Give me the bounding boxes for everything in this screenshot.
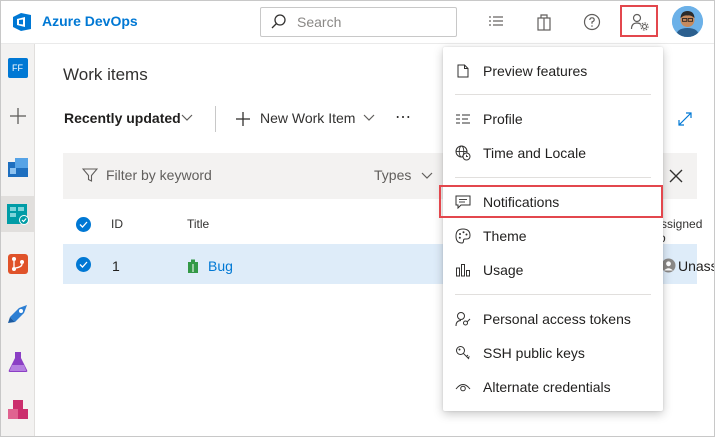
brand-name[interactable]: Azure DevOps [42,13,138,29]
column-header-title[interactable]: Title [187,217,209,231]
top-bar: Azure DevOps Search [1,1,714,44]
page-title: Work items [63,65,148,84]
menu-item-theme[interactable]: Theme [443,220,663,252]
menu-item-time-and-locale[interactable]: Time and Locale [443,137,663,169]
menu-item-label: Usage [483,262,524,278]
boards-icon[interactable] [1,196,34,232]
user-settings-button[interactable] [620,5,658,37]
menu-separator [455,177,651,178]
menu-item-profile[interactable]: Profile [443,103,663,135]
add-icon[interactable] [1,98,34,134]
chart-icon [455,262,471,278]
menu-item-ssh-public-keys[interactable]: SSH public keys [443,337,663,369]
azure-devops-logo-icon[interactable] [11,11,33,33]
menu-item-label: Theme [483,228,527,244]
menu-item-label: Personal access tokens [483,311,631,327]
globe-clock-icon [455,145,471,161]
help-icon[interactable] [581,11,603,33]
overview-icon[interactable] [1,150,34,186]
types-filter-dropdown[interactable]: Types [374,167,411,183]
menu-item-label: Profile [483,111,523,127]
menu-separator [455,294,651,295]
page-icon [455,63,471,79]
ssh-key-icon [455,345,471,361]
menu-separator [455,94,651,95]
avatar[interactable] [672,6,703,37]
chevron-down-icon[interactable] [363,114,375,122]
new-work-item-button[interactable]: New Work Item [260,110,355,126]
menu-item-preview-features[interactable]: Preview features [443,55,663,87]
filter-keyword-input[interactable]: Filter by keyword [106,167,212,183]
menu-item-label: Time and Locale [483,145,586,161]
close-icon[interactable] [669,169,683,183]
filter-icon [82,168,98,182]
expand-icon[interactable] [677,111,693,127]
project-badge-label: FF [7,58,28,78]
profile-icon [455,111,471,127]
column-header-id[interactable]: ID [111,217,123,231]
chevron-down-icon[interactable] [181,114,193,122]
artifacts-icon[interactable] [1,392,34,428]
test-plans-icon[interactable] [1,344,34,380]
project-badge[interactable]: FF [1,50,34,86]
menu-item-personal-access-tokens[interactable]: Personal access tokens [443,303,663,335]
search-input[interactable]: Search [297,14,341,30]
repos-icon[interactable] [1,246,34,282]
menu-item-label: Preview features [483,63,588,79]
chevron-down-icon[interactable] [421,172,433,180]
recently-updated-dropdown[interactable]: Recently updated [64,110,181,126]
add-icon[interactable] [235,111,251,127]
notifications-highlight [439,185,663,218]
left-navigation-rail: FF [1,44,35,436]
row-id: 1 [112,258,120,274]
search-icon [271,14,286,29]
select-all-checkbox[interactable] [76,217,91,232]
search-box[interactable]: Search [260,7,457,37]
row-title-link[interactable]: Bug [208,258,233,274]
user-settings-icon [630,13,649,31]
recently-updated-label: Recently updated [64,110,181,126]
key-person-icon [455,311,471,327]
eye-icon [455,379,471,395]
menu-item-label: SSH public keys [483,345,585,361]
row-assigned-to-label: Unassigned [678,258,715,274]
task-list-icon[interactable] [485,11,507,33]
row-checkbox[interactable] [76,257,91,272]
user-settings-menu: Preview features Profile Time and Locale… [443,47,663,411]
app-window: Azure DevOps Search FF Work items Recent… [0,0,715,437]
unassigned-avatar-icon [661,258,676,273]
menu-item-alternate-credentials[interactable]: Alternate credentials [443,371,663,403]
toolbar-divider [215,106,216,132]
pipelines-icon[interactable] [1,296,34,332]
bug-icon [188,259,198,273]
marketplace-bag-icon[interactable] [533,11,555,33]
more-actions-button[interactable]: ⋯ [395,107,411,127]
palette-icon [455,228,471,244]
menu-item-usage[interactable]: Usage [443,254,663,286]
menu-item-label: Alternate credentials [483,379,611,395]
